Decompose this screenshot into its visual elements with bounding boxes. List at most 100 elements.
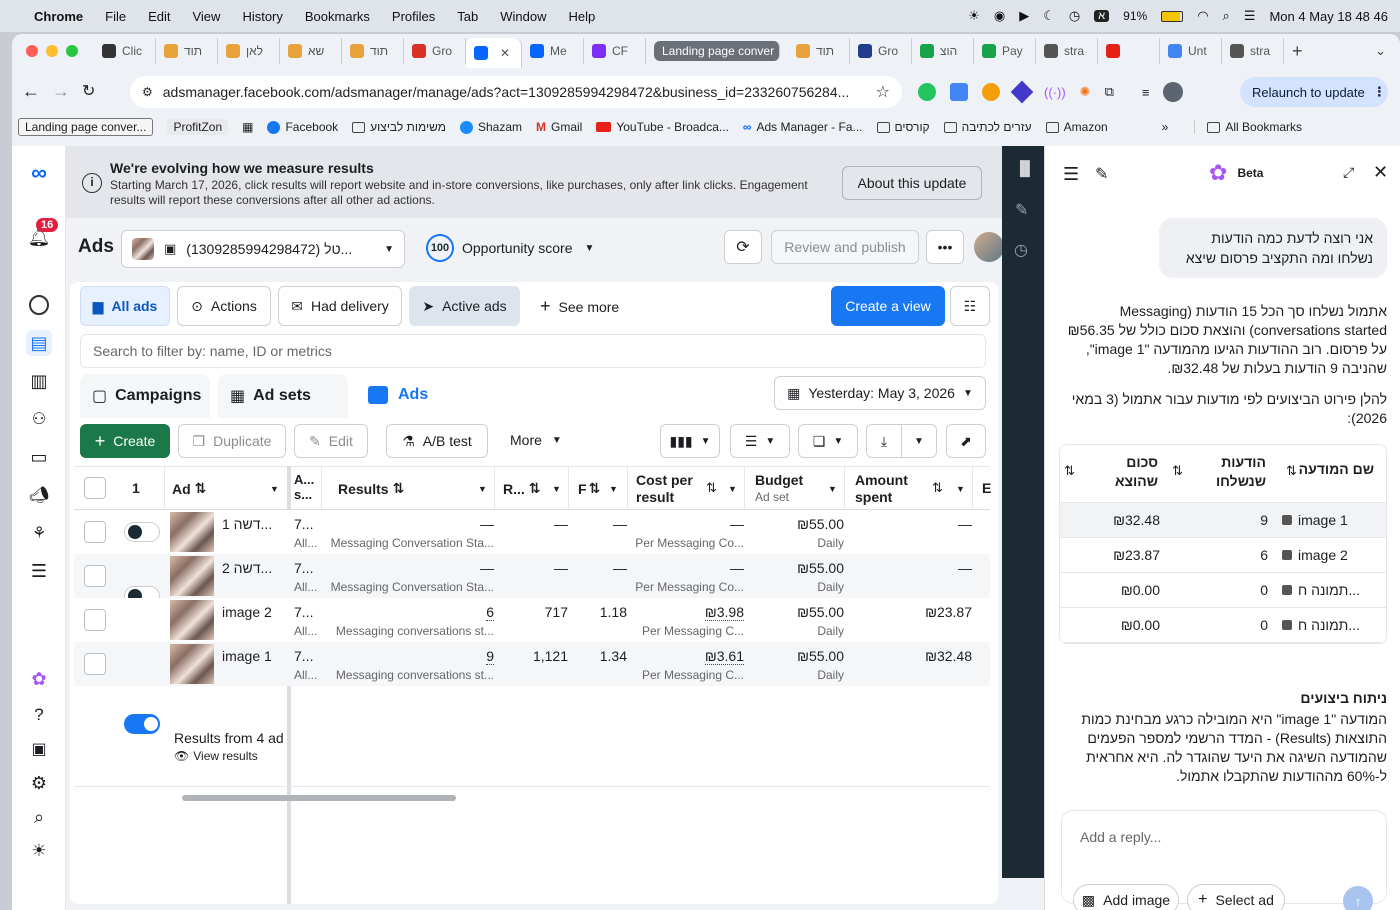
zoom-window-button[interactable] [66,45,78,57]
extension-icon[interactable]: ((·)) [1044,85,1066,100]
account-selector[interactable]: ▣ (1309285994298472) טל... ▼ [121,230,405,268]
select-all-checkbox[interactable] [84,477,106,499]
results-value[interactable]: 9 [486,648,494,665]
audiences-icon[interactable]: ⚇ [26,406,52,432]
ad-status-toggle[interactable] [124,522,160,542]
view-results-link[interactable]: 👁︎ View results [174,749,258,763]
search-icon[interactable]: ⌕ [26,804,52,830]
column-divider[interactable] [568,466,569,510]
browser-tab[interactable]: Pay [974,38,1036,64]
play-icon[interactable]: ▶ [1019,8,1029,24]
help-icon[interactable]: ? [26,702,52,728]
sort-icon[interactable]: ⇅ [1172,463,1183,479]
media-icon[interactable]: ≡ [1142,85,1150,100]
bookmarks-overflow-icon[interactable]: » [1162,120,1169,134]
more-dropdown[interactable]: More ▼ [510,432,562,448]
bookmark-folder-writing[interactable]: עזרים לכתיבה [943,120,1032,134]
datetime[interactable]: Mon 4 May 18 48 46 [1269,9,1388,24]
search-icon[interactable]: ⌕ [1223,8,1230,24]
browser-tab[interactable]: Clic [94,38,156,64]
row-checkbox[interactable] [84,609,106,631]
performance-gauge-icon[interactable] [26,292,52,318]
select-ad-button[interactable]: + Select ad [1187,884,1285,910]
tab-ads[interactable]: Ads [356,372,486,418]
browser-tab[interactable]: Gro [404,38,466,64]
frequency-column-header[interactable]: F ⇅ [578,480,600,497]
filter-had-delivery[interactable]: ✉ Had delivery [278,286,402,326]
chevron-down-icon[interactable]: ▼ [728,484,737,494]
ad-thumbnail[interactable] [170,556,214,596]
date-range-picker[interactable]: ▦ Yesterday: May 3, 2026 ▼ [774,376,986,410]
extension-icon[interactable] [982,83,1000,101]
refresh-button[interactable]: ⟳ [724,230,762,264]
campaigns-table-icon[interactable]: ▤ [26,330,52,356]
menu-view[interactable]: View [192,9,220,24]
attribution-column-header[interactable]: A... s... [294,472,316,502]
cost-per-result-header[interactable]: Cost per result [636,472,700,506]
sort-icon[interactable]: ⇅ [706,480,717,496]
settings-gear-icon[interactable]: ⚙ [26,770,52,796]
browser-tab[interactable]: הוצ [912,38,974,64]
edit-button[interactable]: ✎ Edit [294,424,368,458]
menu-window[interactable]: Window [500,9,546,24]
browser-tab[interactable]: תוד [156,38,218,64]
extension-icon[interactable] [918,83,936,101]
cost-per-result-value[interactable]: ₪3.61 [704,648,744,665]
filter-active-ads[interactable]: ➤ Active ads [409,286,520,326]
bookmark-folder-amazon[interactable]: Amazon [1045,120,1108,134]
menu-file[interactable]: File [105,9,126,24]
browser-tab[interactable]: שא [280,38,342,64]
send-button[interactable]: ↑ [1343,886,1373,910]
results-value[interactable]: 6 [486,604,494,621]
charts-button[interactable]: ⬈ [946,424,986,458]
billing-icon[interactable]: ▭ [26,444,52,470]
bookmark-folder-tasks[interactable]: משימות לביצוע [352,120,446,134]
all-tools-menu-icon[interactable]: ☰ [26,558,52,584]
ad-name[interactable]: דשה 2... [222,560,282,576]
results-column-header[interactable]: Results ⇅ [338,480,404,497]
browser-tab[interactable]: לאן [218,38,280,64]
ad-thumbnail[interactable] [170,600,214,640]
filter-actions[interactable]: ⊙ Actions [177,286,271,326]
ad-thumbnail[interactable] [170,644,214,684]
bookmark-gmail[interactable]: M Gmail [536,120,582,134]
results-value[interactable]: — [480,560,494,576]
browser-tab[interactable]: Gro [850,38,912,64]
relaunch-button[interactable]: Relaunch to update ⋮ [1240,77,1388,107]
extension-icon[interactable] [1010,80,1034,104]
row-checkbox[interactable] [84,565,106,587]
sun-icon[interactable]: ☀ [968,8,980,24]
site-info-icon[interactable]: ⚙ [142,85,153,99]
see-more-button[interactable]: + See more [540,296,619,317]
kebab-menu-icon[interactable]: ⋮ [1373,84,1386,100]
column-divider[interactable] [164,466,165,510]
browser-tab[interactable]: Me [522,38,584,64]
reload-icon[interactable]: ↻ [82,81,112,101]
menu-chrome[interactable]: Chrome [34,9,83,24]
more-options-button[interactable]: ••• [926,230,964,264]
close-icon[interactable]: ✕ [1373,162,1388,183]
columns-button[interactable]: ▮▮▮ ▼ [660,424,720,458]
chevron-down-icon[interactable]: ▼ [270,484,279,494]
menu-bookmarks[interactable]: Bookmarks [305,9,370,24]
bookmark-landing-page[interactable]: Landing page conver... [18,118,154,136]
create-button[interactable]: + Create [80,424,170,458]
add-image-button[interactable]: ▩ Add image [1073,884,1179,910]
bookmark-shazam[interactable]: Shazam [459,120,522,134]
amount-spent-header[interactable]: Amount spent [855,472,915,506]
control-center-icon[interactable]: ☰ [1244,8,1256,24]
record-icon[interactable]: ◉ [994,8,1005,24]
about-update-button[interactable]: About this update [842,166,982,200]
chevron-down-icon[interactable]: ▼ [609,484,618,494]
column-divider[interactable] [321,466,322,510]
apps-grid-icon[interactable]: ▦ [242,120,253,134]
menu-tab[interactable]: Tab [457,9,478,24]
bookmark-star-icon[interactable]: ☆ [876,82,890,102]
bookmark-ads-manager[interactable]: ∞ Ads Manager - Fa... [743,120,863,134]
filter-settings-button[interactable]: ☷ [950,286,990,326]
reach-column-header[interactable]: R... ⇅ [503,480,541,497]
pencil-icon[interactable]: ✎ [1015,200,1028,220]
chart-bars-icon[interactable]: ▐▌ [1015,160,1035,176]
browser-tab[interactable]: תוד [788,38,850,64]
profile-avatar[interactable] [974,232,1004,262]
